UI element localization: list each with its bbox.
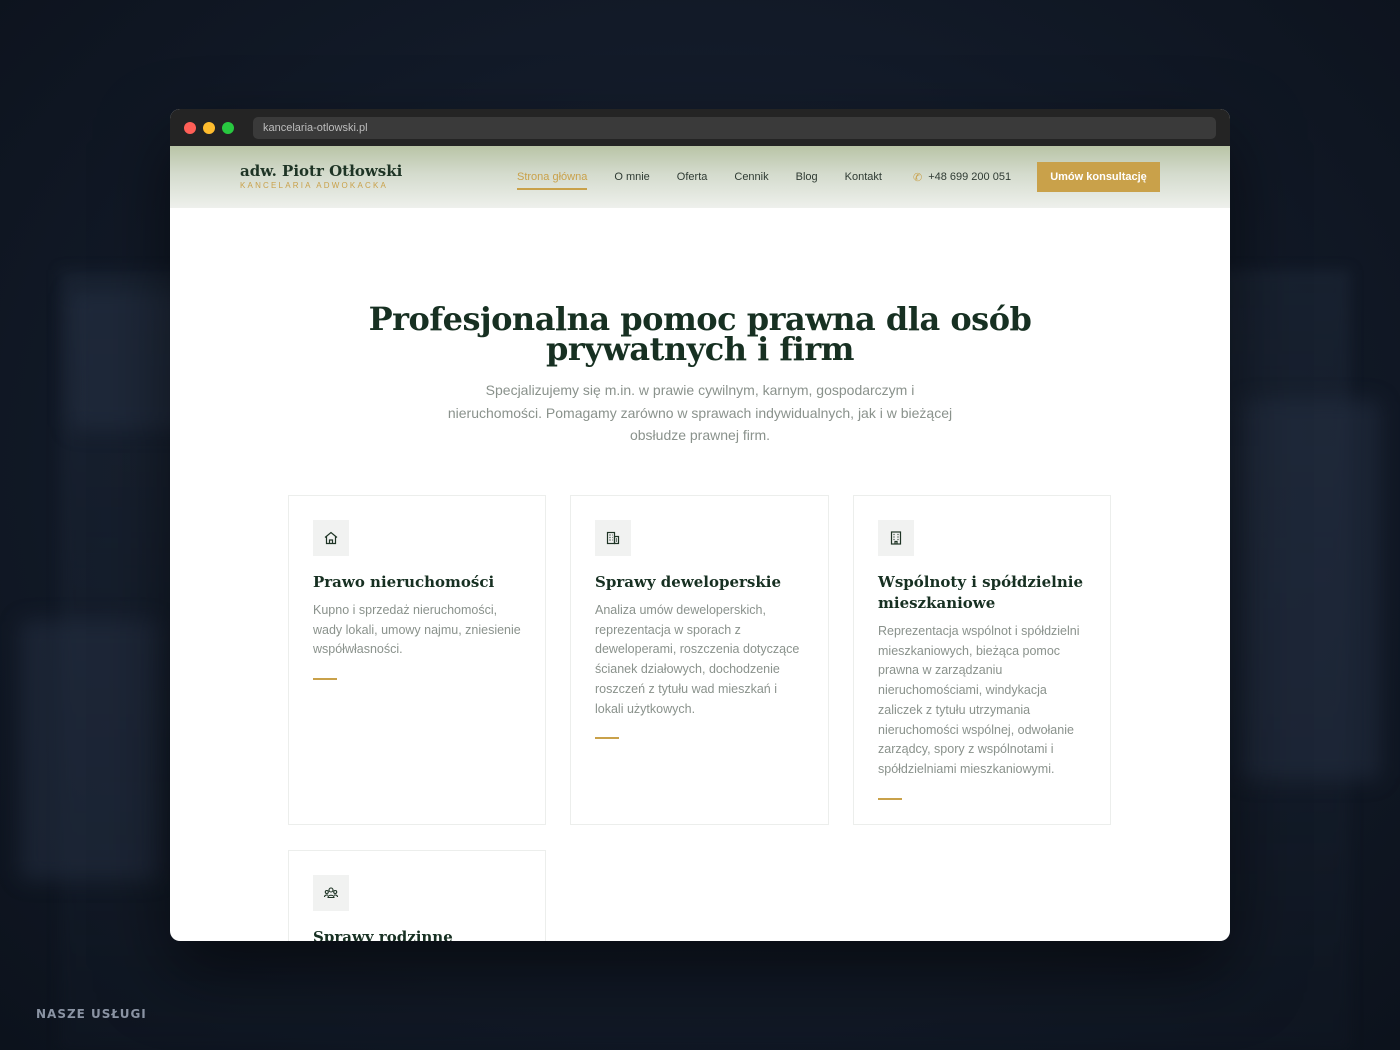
maximize-window-button[interactable] [222,121,234,134]
building-icon [595,520,631,556]
book-consultation-button[interactable]: Umów konsultację [1037,162,1160,192]
logo-name: adw. Piotr Otłowski [240,162,403,180]
main-nav: Strona główna O mnie Oferta Cennik Blog … [517,146,1011,208]
service-card-developer[interactable]: Sprawy deweloperskie Analiza umów dewelo… [570,495,829,825]
card-accent-line [595,737,619,740]
site-header: adw. Piotr Otłowski KANCELARIA ADWOKACKA… [170,146,1230,208]
apartment-icon [878,520,914,556]
service-card-family[interactable]: Sprawy rodzinne [288,850,546,941]
home-icon [313,520,349,556]
section-label: NASZE USŁUGI [36,1007,147,1021]
card-title: Prawo nieruchomości [313,573,495,591]
service-card-real-estate[interactable]: Prawo nieruchomości Kupno i sprzedaż nie… [288,495,546,825]
hero-subtitle: Specjalizujemy się m.in. w prawie cywiln… [447,382,953,443]
nav-item-blog[interactable]: Blog [796,146,818,208]
phone-link[interactable]: ✆ +48 699 200 051 [913,171,1011,184]
minimize-window-button[interactable] [203,121,215,134]
card-text: Reprezentacja wspólnot i spółdzielni mie… [878,624,1080,776]
nav-item-contact[interactable]: Kontakt [845,146,882,208]
card-text: Analiza umów deweloperskich, reprezentac… [595,603,800,716]
background-blur-block [20,620,160,880]
logo-subtitle: KANCELARIA ADWOKACKA [240,181,389,190]
nav-item-offer[interactable]: Oferta [677,146,708,208]
service-card-housing[interactable]: Wspólnoty i spółdzielnie mieszkaniowe Re… [853,495,1111,825]
family-icon [313,875,349,911]
close-window-button[interactable] [184,121,196,134]
card-title: Sprawy rodzinne [313,928,453,941]
card-title: Wspólnoty i spółdzielnie mieszkaniowe [878,573,1083,612]
nav-item-about[interactable]: O mnie [614,146,649,208]
logo[interactable]: adw. Piotr Otłowski KANCELARIA ADWOKACKA [240,163,402,190]
nav-item-pricing[interactable]: Cennik [734,146,768,208]
hero-title: Profesjonalna pomoc prawna dla osób pryw… [368,300,1032,368]
nav-item-home[interactable]: Strona główna [517,146,588,208]
card-accent-line [313,678,337,681]
phone-number: +48 699 200 051 [928,171,1012,183]
browser-window: kancelaria-otlowski.pl adw. Piotr Otłows… [170,109,1230,941]
phone-icon: ✆ [912,171,923,184]
card-text: Kupno i sprzedaż nieruchomości, wady lok… [313,603,521,657]
address-bar[interactable]: kancelaria-otlowski.pl [253,116,1216,139]
card-title: Sprawy deweloperskie [595,573,781,591]
url-text: kancelaria-otlowski.pl [263,121,368,134]
browser-chrome: kancelaria-otlowski.pl [170,109,1230,146]
card-accent-line [878,797,902,800]
background-blur-block [1240,400,1380,780]
